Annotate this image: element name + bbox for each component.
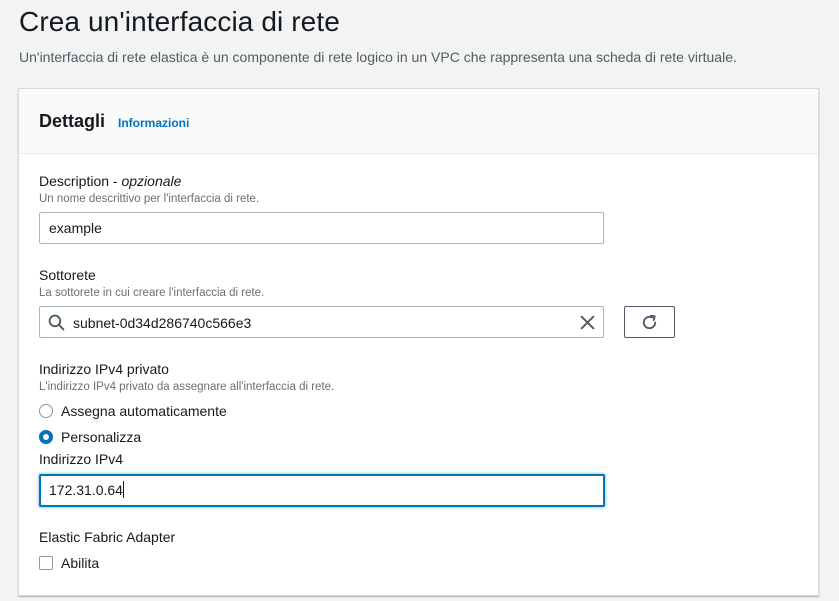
optional-marker: opzionale — [121, 173, 182, 189]
subnet-select[interactable]: subnet-0d34d286740c566e3 — [39, 306, 604, 338]
ipv4-label: Indirizzo IPv4 privato — [39, 361, 169, 377]
subnet-value: subnet-0d34d286740c566e3 — [73, 315, 252, 331]
page-description: Un'interfaccia di rete elastica è un com… — [19, 49, 737, 65]
ipv4-address-label: Indirizzo IPv4 — [39, 451, 124, 467]
checkbox[interactable] — [39, 556, 53, 570]
description-input[interactable] — [39, 212, 604, 244]
page-title: Crea un'interfaccia di rete — [19, 6, 340, 37]
description-hint: Un nome descrittivo per l'interfaccia di… — [39, 193, 260, 205]
description-label: Description - opzionale — [39, 173, 181, 189]
radio-button-selected[interactable] — [39, 430, 53, 444]
info-link[interactable]: Informazioni — [118, 116, 189, 130]
radio-custom-label: Personalizza — [61, 429, 142, 445]
subnet-hint: La sottorete in cui creare l'interfaccia… — [39, 287, 265, 299]
radio-button[interactable] — [39, 404, 53, 418]
details-panel-header: Dettagli Informazioni — [19, 89, 818, 154]
search-icon — [48, 314, 65, 331]
close-icon[interactable] — [579, 314, 596, 331]
refresh-icon — [642, 314, 657, 330]
description-label-separator: - — [109, 173, 122, 189]
refresh-button[interactable] — [624, 306, 675, 338]
details-panel: Dettagli Informazioni Description - opzi… — [18, 88, 819, 596]
text-caret — [122, 481, 124, 498]
description-label-text: Description — [39, 173, 110, 189]
efa-label: Elastic Fabric Adapter — [39, 529, 176, 545]
details-title: Dettagli — [39, 111, 106, 131]
ipv4-hint: L'indirizzo IPv4 privato da assegnare al… — [39, 381, 335, 393]
ipv4-address-input[interactable]: 172.31.0.64 — [39, 474, 605, 507]
efa-enable-label: Abilita — [61, 555, 100, 571]
subnet-label: Sottorete — [39, 267, 96, 283]
radio-auto-assign-label: Assegna automaticamente — [61, 403, 227, 419]
ipv4-address-value: 172.31.0.64 — [49, 482, 123, 498]
